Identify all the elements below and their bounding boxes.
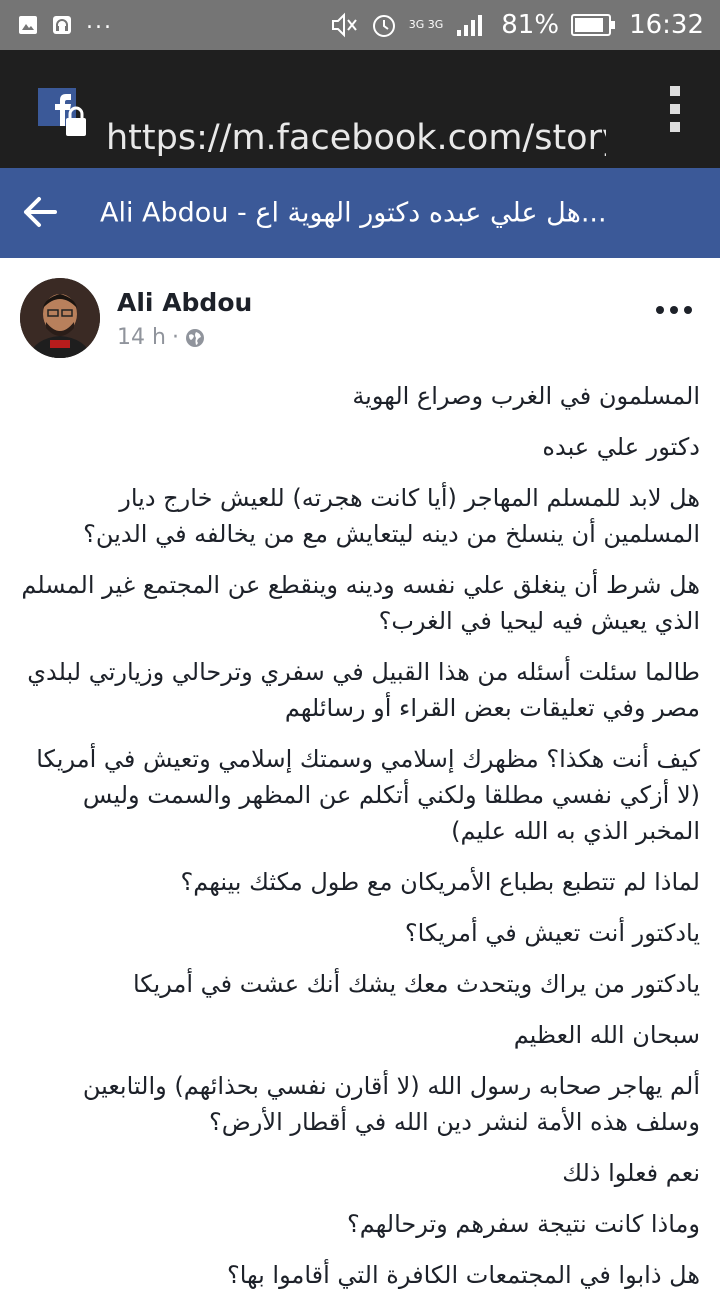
headset-icon	[53, 16, 71, 34]
signal-icon	[457, 15, 483, 36]
globe-icon	[185, 328, 204, 347]
post-meta: 14 h ·	[117, 325, 205, 350]
network-type: 3G 3G	[408, 18, 444, 31]
post-paragraph: لماذا لم تتطبع بطباع الأمريكان مع طول مك…	[180, 868, 700, 896]
back-arrow-icon[interactable]	[22, 194, 58, 230]
facebook-header: Ali Abdou - هل علي عبده دكتور الهوية اع.…	[0, 168, 720, 258]
post-paragraph: هل شرط أن ينغلق علي نفسه ودينه وينقطع عن…	[21, 571, 700, 635]
alarm-icon	[372, 15, 395, 37]
post-paragraph: دكتور علي عبده	[542, 433, 700, 461]
post-time[interactable]: 14 h	[117, 325, 166, 350]
image-icon	[19, 16, 37, 34]
url-text[interactable]: https://m.facebook.com/story.p	[106, 118, 606, 158]
status-bar: ... 3G 3G 81% 16:32	[0, 0, 720, 50]
post-paragraph: كيف أنت هكذا؟ مظهرك إسلامي وسمتك إسلامي …	[36, 745, 700, 845]
post-paragraph: هل لابد للمسلم المهاجر (أيا كانت هجرته) …	[83, 484, 700, 548]
post-paragraph: سبحان الله العظيم	[513, 1021, 700, 1049]
post-body: المسلمون في الغرب وصراع الهوية دكتور علي…	[20, 378, 700, 1308]
author-name[interactable]: Ali Abdou	[117, 288, 252, 317]
post-paragraph: يادكتور أنت تعيش في أمريكا؟	[404, 919, 700, 947]
page-title: Ali Abdou - هل علي عبده دكتور الهوية اع.…	[100, 197, 607, 229]
post-paragraph: نعم فعلوا ذلك	[562, 1159, 700, 1187]
post-options-icon[interactable]	[656, 306, 692, 314]
battery-percent: 81%	[501, 10, 560, 40]
more-notifications-icon: ...	[86, 8, 113, 34]
post-paragraph: وماذا كانت نتيجة سفرهم وترحالهم؟	[346, 1210, 700, 1238]
battery-icon	[571, 14, 616, 36]
avatar[interactable]	[20, 278, 100, 358]
browser-url-bar: https://m.facebook.com/story.p	[0, 50, 720, 168]
overflow-menu-icon[interactable]	[670, 86, 680, 132]
post-paragraph: يادكتور من يراك ويتحدث معك يشك أنك عشت ف…	[132, 970, 700, 998]
meta-separator: ·	[171, 325, 179, 350]
post-paragraph: طالما سئلت أسئله من هذا القبيل في سفري و…	[27, 658, 700, 722]
post-paragraph: هل ذابوا في المجتمعات الكافرة التي أقامو…	[227, 1261, 700, 1289]
mute-icon	[331, 12, 357, 38]
clock: 16:32	[629, 10, 704, 40]
facebook-secure-icon	[38, 88, 86, 136]
post-paragraph: المسلمون في الغرب وصراع الهوية	[352, 382, 700, 410]
post-header: Ali Abdou 14 h ·	[0, 258, 720, 368]
post-paragraph: ألم يهاجر صحابه رسول الله (لا أقارن نفسي…	[82, 1072, 700, 1136]
